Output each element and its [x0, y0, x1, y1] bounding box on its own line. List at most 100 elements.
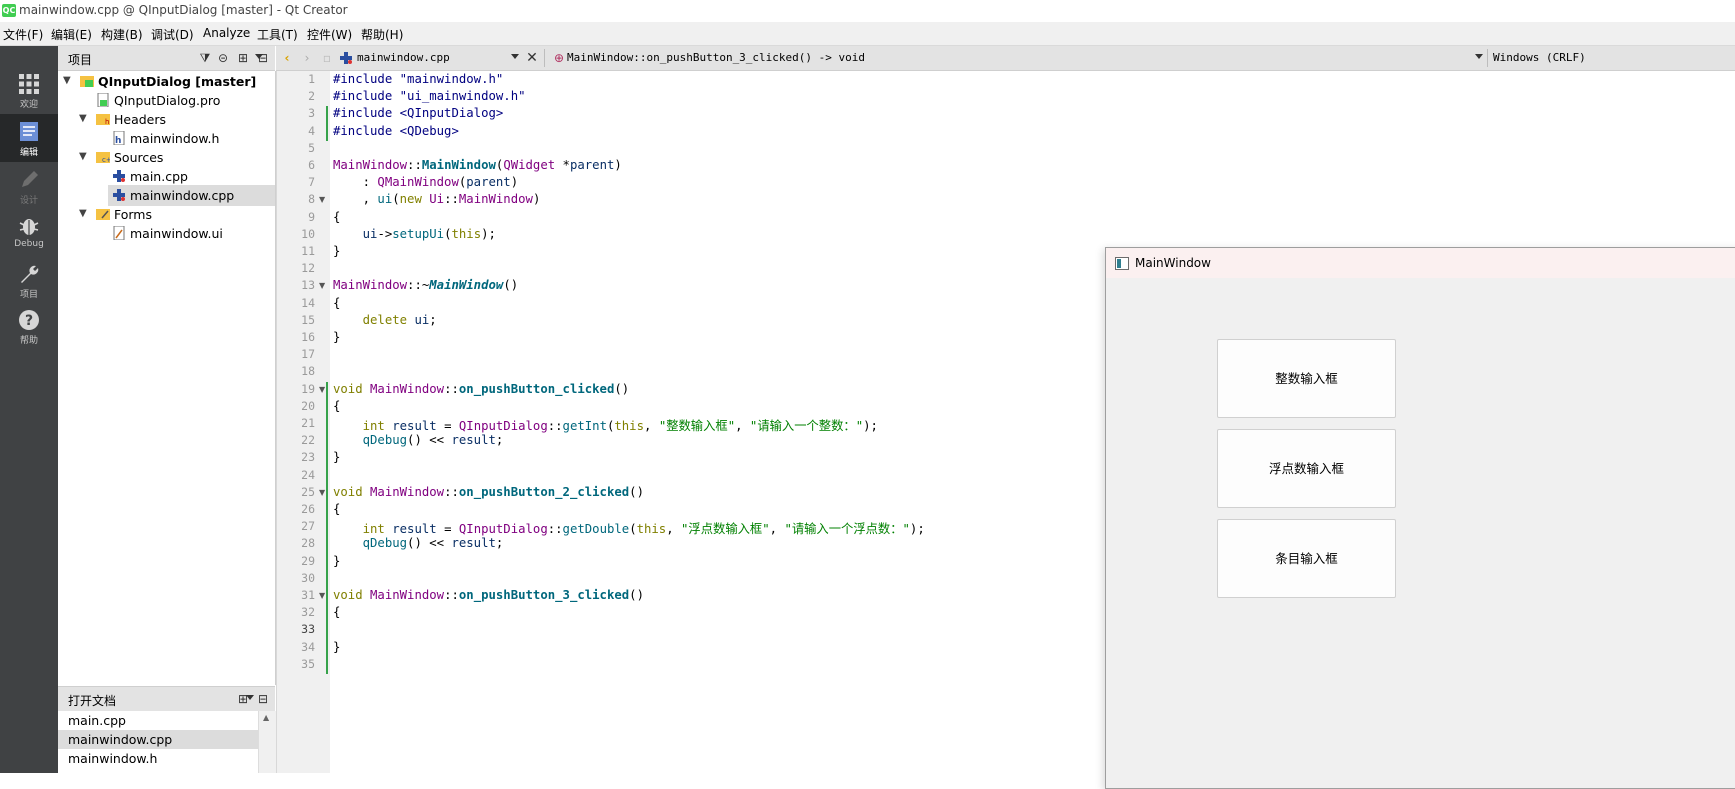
wrench-icon [21, 265, 39, 283]
code-line: int result = QInputDialog::getDouble(thi… [362, 522, 925, 537]
code-line: { [333, 209, 341, 224]
menu-build[interactable]: 构建(B) [101, 26, 143, 43]
line-number: 13 [301, 278, 315, 293]
chevron-down-icon[interactable]: ▼ [79, 208, 89, 219]
project-pane-title: 项目 [68, 53, 93, 67]
mode-selector: 欢迎 编辑 设计 Debug 项目 ? 帮助 [0, 46, 58, 773]
pro-file-icon [96, 92, 110, 108]
line-number: 26 [301, 502, 315, 516]
fold-marker-icon[interactable]: ▼ [319, 195, 327, 204]
chevron-down-icon[interactable]: ▼ [79, 113, 89, 124]
line-ending-selector[interactable]: Windows (CRLF) [1493, 51, 1586, 64]
close-icon[interactable]: ✕ [525, 51, 539, 65]
integer-input-button[interactable]: 整数输入框 [1217, 339, 1396, 418]
link-icon[interactable]: ⊝ [216, 51, 230, 65]
lock-icon: ▫ [322, 51, 332, 65]
menu-help[interactable]: 帮助(H) [361, 26, 403, 43]
line-number: 18 [301, 364, 315, 379]
scroll-up-icon[interactable]: ▲ [263, 713, 269, 722]
separator [1487, 49, 1488, 67]
open-documents-toolbar: 打开文档 ⊞ ⊟ [58, 686, 275, 712]
mode-label: 帮助 [19, 336, 38, 346]
line-number: 5 [308, 140, 315, 155]
split-icon[interactable]: ⊞ [236, 692, 250, 706]
pencil-icon [22, 171, 38, 187]
menu-debug[interactable]: 调试(D) [151, 26, 194, 43]
menu-tools[interactable]: 工具(T) [257, 26, 298, 43]
app-window-title: MainWindow [1135, 256, 1211, 270]
code-line: } [333, 330, 341, 344]
line-number: 32 [301, 605, 315, 620]
ui-file-icon [112, 225, 126, 241]
header-file-icon: h [112, 130, 126, 146]
tree-item-sources[interactable]: ▼ c+ Sources [58, 147, 275, 168]
line-number: 21 [301, 416, 315, 430]
chevron-down-icon[interactable]: ▼ [63, 75, 73, 86]
menu-file[interactable]: 文件(F) [3, 26, 43, 43]
function-selector[interactable]: MainWindow::on_pushButton_3_clicked() ->… [567, 51, 865, 64]
line-number: 9 [308, 209, 315, 224]
code-line: qDebug() << result; [362, 536, 504, 551]
document-label: main.cpp [68, 713, 126, 728]
app-window-title-bar[interactable]: MainWindow [1106, 248, 1735, 278]
tree-item-mainwindow-h[interactable]: h mainwindow.h [58, 128, 275, 149]
change-marker [326, 381, 328, 674]
code-line: void MainWindow::on_pushButton_2_clicked… [333, 484, 644, 499]
list-item[interactable]: mainwindow.cpp [58, 730, 258, 749]
close-pane-icon[interactable]: ⊟ [256, 51, 270, 65]
menu-bar: 文件(F) 编辑(E) 构建(B) 调试(D) Analyze 工具(T) 控件… [0, 22, 1735, 46]
menu-analyze[interactable]: Analyze [203, 26, 250, 40]
window-icon [1115, 257, 1129, 270]
bug-icon [19, 219, 39, 235]
filter-icon[interactable]: ⧩ [198, 51, 212, 65]
chevron-down-icon[interactable] [1475, 54, 1483, 59]
scrollbar[interactable]: ▲ [258, 711, 276, 773]
menu-edit[interactable]: 编辑(E) [51, 26, 92, 43]
mode-welcome[interactable]: 欢迎 [0, 66, 58, 114]
forward-arrow-icon[interactable]: › [300, 51, 314, 65]
tree-label: mainwindow.cpp [130, 188, 235, 203]
tree-item-headers[interactable]: ▼ h Headers [58, 109, 275, 130]
line-number: 11 [301, 244, 315, 258]
menu-controls[interactable]: 控件(W) [307, 26, 352, 43]
item-input-button[interactable]: 条目输入框 [1217, 519, 1396, 598]
tree-item-forms[interactable]: ▼ Forms [58, 204, 275, 225]
project-pane-toolbar: 项目 ⧩ ⊝ ⊞ ⊟ [58, 46, 275, 71]
tree-item-mainwindow-cpp[interactable]: mainwindow.cpp [108, 185, 275, 206]
code-line: void MainWindow::on_pushButton_3_clicked… [333, 588, 644, 602]
current-file-selector[interactable]: mainwindow.cpp [357, 51, 450, 64]
mode-edit[interactable]: 编辑 [0, 114, 58, 162]
back-arrow-icon[interactable]: ‹ [280, 51, 294, 65]
split-icon[interactable]: ⊞ [236, 51, 250, 65]
fold-marker-icon[interactable]: ▼ [319, 281, 327, 290]
tree-item-main-cpp[interactable]: main.cpp [58, 166, 275, 187]
mode-design[interactable]: 设计 [0, 162, 58, 210]
folder-forms-icon [96, 207, 110, 221]
mode-help[interactable]: ? 帮助 [0, 302, 58, 350]
line-number: 8 [308, 192, 315, 207]
mode-debug[interactable]: Debug [0, 208, 58, 256]
chevron-down-icon[interactable]: ▼ [79, 151, 89, 162]
mode-projects[interactable]: 项目 [0, 256, 58, 304]
svg-text:c+: c+ [102, 156, 110, 164]
code-line: #include "ui_mainwindow.h" [333, 89, 526, 104]
line-number: 16 [301, 330, 315, 344]
close-pane-icon[interactable]: ⊟ [256, 692, 270, 706]
tree-item-pro-file[interactable]: QInputDialog.pro [58, 90, 275, 111]
folder-headers-icon: h [96, 112, 110, 126]
tree-item-mainwindow-ui[interactable]: mainwindow.ui [58, 223, 275, 244]
help-icon: ? [19, 310, 39, 330]
document-label: mainwindow.h [68, 751, 158, 766]
edit-doc-icon [20, 122, 38, 141]
line-number: 4 [308, 123, 315, 138]
line-number: 33 [301, 622, 315, 637]
code-line: { [333, 295, 341, 310]
line-number: 15 [301, 312, 315, 327]
double-input-button[interactable]: 浮点数输入框 [1217, 429, 1396, 508]
line-number-gutter: 1 2 3 4 5 6 7 8 ▼ 9 10 11 12 13 ▼ 14 15 16 17 18 19 ▼ 20 21 22 23… [276, 71, 330, 773]
list-item[interactable]: mainwindow.h [58, 749, 258, 768]
list-item[interactable]: main.cpp [58, 711, 258, 730]
chevron-down-icon[interactable] [511, 54, 519, 59]
line-number: 27 [301, 519, 315, 534]
tree-item-project[interactable]: ▼ QInputDialog [master] [58, 71, 275, 92]
